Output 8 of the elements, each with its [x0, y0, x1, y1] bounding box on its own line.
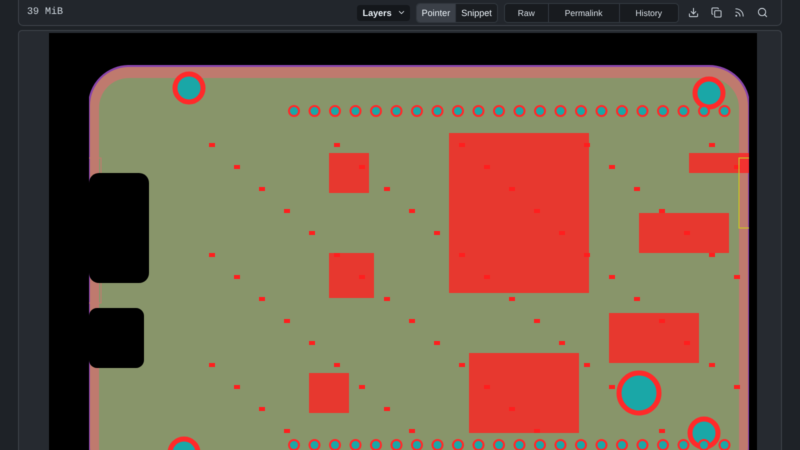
file-size: 39 MiB [27, 7, 64, 18]
toolbar-button[interactable]: Permalink [548, 4, 619, 22]
mode-toggle[interactable]: Snippet [455, 4, 497, 22]
toolbar-button[interactable]: History [618, 4, 678, 22]
layers-dropdown[interactable]: Layers [356, 4, 410, 20]
caret-icon [396, 8, 406, 17]
toolbar-button[interactable]: Raw [504, 4, 548, 22]
mode-toggle[interactable]: Pointer [416, 4, 456, 22]
